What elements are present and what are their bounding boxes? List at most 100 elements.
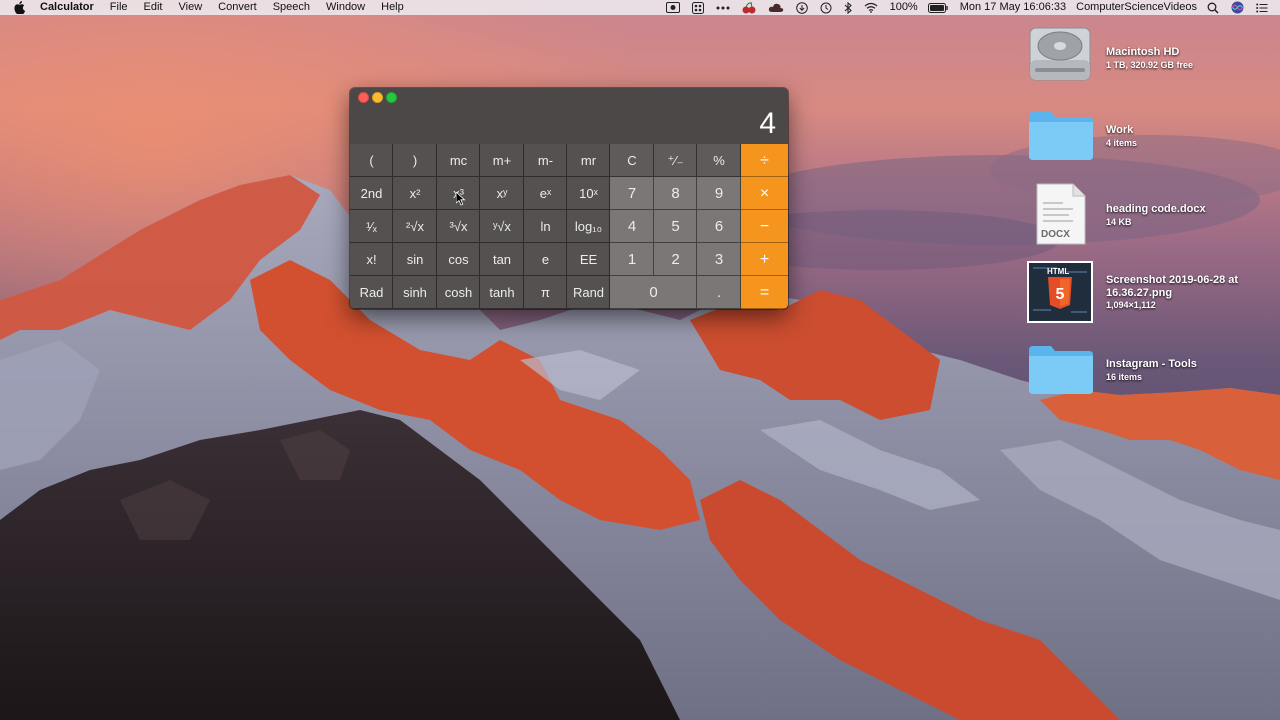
screen-recording-icon[interactable] [665, 2, 680, 13]
calc-key-mr-button[interactable]: mr [567, 144, 610, 177]
folder-icon [1029, 346, 1093, 394]
calc-key-7-button[interactable]: 7 [610, 177, 654, 210]
more-dots-icon[interactable] [716, 6, 730, 10]
menu-clock[interactable]: Mon 17 May 16:06:33 [960, 0, 1066, 15]
wifi-icon[interactable] [864, 2, 878, 13]
calc-key-x-button[interactable]: x! [350, 243, 393, 276]
calc-key-k44-button[interactable]: π [524, 276, 567, 309]
calc-key-10-button[interactable]: 10ˣ [567, 177, 610, 210]
calc-key-log-button[interactable]: log₁₀ [567, 210, 610, 243]
calc-key-m-button[interactable]: m- [524, 144, 567, 177]
calc-key-1-button[interactable]: 1 [610, 243, 654, 276]
calc-key-k39-button[interactable]: + [741, 243, 788, 276]
calc-key-tan-button[interactable]: tan [480, 243, 524, 276]
close-window-button[interactable] [358, 92, 369, 103]
cherry-icon[interactable] [742, 1, 756, 14]
menu-window[interactable]: Window [326, 0, 365, 15]
svg-text:5: 5 [1056, 286, 1065, 303]
battery-percent[interactable]: 100% [890, 0, 918, 15]
calculator-titlebar[interactable] [350, 88, 788, 104]
calc-key-x-button[interactable]: ²√x [393, 210, 437, 243]
calc-key-cosh-button[interactable]: cosh [437, 276, 480, 309]
calc-key-3-button[interactable]: 3 [697, 243, 741, 276]
calc-key-e-button[interactable]: eˣ [524, 177, 567, 210]
desktop-item-info: 4 items [1106, 138, 1138, 148]
calc-key-cos-button[interactable]: cos [437, 243, 480, 276]
battery-icon[interactable] [927, 2, 948, 13]
desktop-item-info: 1 TB, 320.92 GB free [1106, 60, 1194, 70]
calculator-display: 4 [759, 107, 776, 140]
time-machine-icon[interactable] [820, 2, 832, 14]
menu-file[interactable]: File [110, 0, 128, 15]
calc-key-sinh-button[interactable]: sinh [393, 276, 437, 309]
calc-key-rad-button[interactable]: Rad [350, 276, 393, 309]
folder-icon [1029, 112, 1093, 160]
menu-help[interactable]: Help [381, 0, 404, 15]
zoom-window-button[interactable] [386, 92, 397, 103]
calc-key-0-button[interactable]: 0 [610, 276, 697, 309]
calc-key-tanh-button[interactable]: tanh [480, 276, 524, 309]
calc-key-k47-button[interactable]: . [697, 276, 741, 309]
calculator-window: 4 () mc m+ m-mr C ⁺∕₋% ÷ 2nd x² x³ xʸ eˣ 10ˣ 7 8 9 × ¹∕ₓ ²… [350, 88, 788, 309]
calc-key-8-button[interactable]: 8 [654, 177, 697, 210]
calc-key-ee-button[interactable]: EE [567, 243, 610, 276]
desktop-item-name: heading code.docx [1106, 203, 1206, 215]
minimize-window-button[interactable] [372, 92, 383, 103]
desktop-item-info: 14 KB [1106, 217, 1132, 227]
siri-icon[interactable] [1231, 1, 1244, 14]
calc-key-k20-button[interactable]: ¹∕ₓ [350, 210, 393, 243]
desktop-item-work-folder[interactable]: Work 4 items [1027, 110, 1267, 162]
desktop-item-info: 1,094×1,112 [1106, 300, 1156, 310]
calc-key-4-button[interactable]: 4 [610, 210, 654, 243]
cloud-icon[interactable] [768, 3, 784, 13]
calc-key-ln-button[interactable]: ln [524, 210, 567, 243]
desktop-item-instagram-tools-folder[interactable]: Instagram - Tools 16 items [1027, 344, 1267, 396]
menu-app-name[interactable]: Calculator [40, 0, 94, 15]
calc-key-k48-button[interactable]: = [741, 276, 788, 309]
desktop-item-name: Screenshot 2019-06-28 at [1106, 274, 1239, 286]
calc-key-mc-button[interactable]: mc [437, 144, 480, 177]
calc-key-x-button[interactable]: x² [393, 177, 437, 210]
desktop-item-heading-code-docx[interactable]: DOCX heading code.docx 14 KB [1027, 182, 1267, 246]
apple-menu-icon[interactable] [14, 1, 28, 15]
download-icon[interactable] [795, 1, 808, 14]
desktop-item-name: Work [1106, 124, 1134, 136]
calc-key-k9-button[interactable]: ÷ [741, 144, 788, 177]
calc-key-k7-button[interactable]: ⁺∕₋ [654, 144, 697, 177]
calc-key-x-button[interactable]: xʸ [480, 177, 524, 210]
menu-edit[interactable]: Edit [144, 0, 163, 15]
menu-bar: Calculator File Edit View Convert Speech… [0, 0, 1280, 15]
calc-key-5-button[interactable]: 5 [654, 210, 697, 243]
calc-key-2nd-button[interactable]: 2nd [350, 177, 393, 210]
calc-key-2-button[interactable]: 2 [654, 243, 697, 276]
spotlight-search-icon[interactable] [1207, 2, 1219, 14]
calc-key-c-button[interactable]: C [610, 144, 654, 177]
calc-key-sin-button[interactable]: sin [393, 243, 437, 276]
calc-key-k1-button[interactable]: ) [393, 144, 437, 177]
calc-key-m-button[interactable]: m+ [480, 144, 524, 177]
calc-key-9-button[interactable]: 9 [697, 177, 741, 210]
desktop-item-macintosh-hd[interactable]: Macintosh HD 1 TB, 320.92 GB free [1027, 22, 1267, 86]
calc-key-rand-button[interactable]: Rand [567, 276, 610, 309]
hard-drive-icon [1029, 27, 1091, 81]
calc-key-k29-button[interactable]: − [741, 210, 788, 243]
app-grid-icon[interactable] [691, 1, 704, 14]
notification-center-icon[interactable] [1256, 3, 1268, 13]
menu-convert[interactable]: Convert [218, 0, 257, 15]
desktop-item-screenshot-png[interactable]: 5 HTML Screenshot 2019-06-28 at 16.36.27… [1027, 261, 1280, 325]
file-type-badge: DOCX [1041, 229, 1070, 240]
calc-key-k0-button[interactable]: ( [350, 144, 393, 177]
calc-key-k19-button[interactable]: × [741, 177, 788, 210]
menu-view[interactable]: View [179, 0, 203, 15]
menu-username[interactable]: ComputerScienceVideos [1076, 0, 1197, 15]
calculator-keypad: () mc m+ m-mr C ⁺∕₋% ÷ 2nd x² x³ xʸ eˣ 10ˣ 7 8 9 × ¹∕ₓ ²√x… [350, 144, 788, 309]
bluetooth-icon[interactable] [844, 1, 852, 14]
calc-key-x-button[interactable]: ³√x [437, 210, 480, 243]
desktop-item-name-line2: 16.36.27.png [1106, 287, 1173, 299]
menu-speech[interactable]: Speech [273, 0, 310, 15]
calc-key-e-button[interactable]: e [524, 243, 567, 276]
calc-key-x-button[interactable]: ʸ√x [480, 210, 524, 243]
mouse-cursor-icon [456, 192, 466, 206]
calc-key-k8-button[interactable]: % [697, 144, 741, 177]
calc-key-6-button[interactable]: 6 [697, 210, 741, 243]
